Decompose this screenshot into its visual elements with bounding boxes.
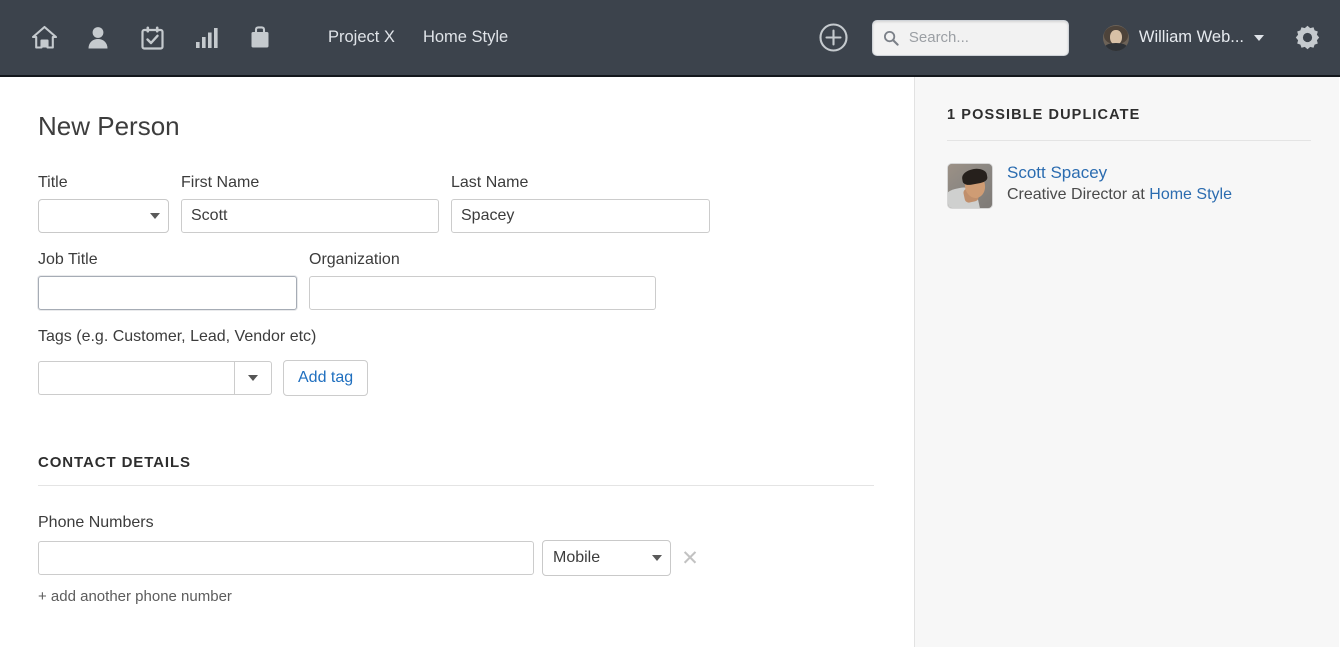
- add-another-phone-link[interactable]: + add another phone number: [38, 588, 232, 605]
- last-name-input[interactable]: [451, 199, 710, 233]
- search-box[interactable]: [871, 19, 1069, 56]
- sidebar-divider: [947, 140, 1311, 141]
- duplicate-role-text: Creative Director at: [1007, 186, 1150, 203]
- title-label: Title: [38, 174, 68, 191]
- job-title-input[interactable]: [38, 276, 297, 310]
- phone-number-row: Mobile ✕: [38, 540, 874, 576]
- organization-label: Organization: [309, 251, 400, 268]
- title-field-group: Title: [38, 174, 169, 233]
- page-body: New Person Title First Name Last Name J: [0, 77, 1340, 647]
- title-select[interactable]: [38, 199, 169, 233]
- contact-photo: [947, 163, 993, 209]
- page-title: New Person: [38, 111, 180, 141]
- tag-input[interactable]: [38, 361, 234, 395]
- duplicates-sidebar: 1 POSSIBLE DUPLICATE Scott Spacey Creati…: [915, 77, 1339, 647]
- gear-icon[interactable]: [1292, 23, 1322, 53]
- briefcase-icon[interactable]: [246, 24, 274, 52]
- avatar: [1102, 24, 1129, 51]
- duplicate-details: Scott Spacey Creative Director at Home S…: [1007, 163, 1232, 204]
- plus-circle-icon[interactable]: [818, 22, 850, 54]
- job-title-label: Job Title: [38, 251, 98, 268]
- person-icon[interactable]: [84, 24, 112, 52]
- nav-link-project-x[interactable]: Project X: [328, 28, 395, 47]
- section-divider: [38, 485, 874, 486]
- job-org-field-row: Job Title Organization: [38, 251, 874, 310]
- primary-nav-icons: [30, 24, 274, 52]
- chevron-down-icon: [248, 375, 258, 381]
- contact-details-heading: CONTACT DETAILS: [38, 454, 191, 471]
- home-icon[interactable]: [30, 24, 58, 52]
- chevron-down-icon: [150, 213, 160, 219]
- search-input[interactable]: [906, 28, 1058, 47]
- first-name-input[interactable]: [181, 199, 439, 233]
- duplicate-list-item[interactable]: Scott Spacey Creative Director at Home S…: [947, 163, 1311, 209]
- first-name-label: First Name: [181, 174, 260, 191]
- duplicate-role: Creative Director at Home Style: [1007, 186, 1232, 204]
- user-name-label: William Web...: [1138, 28, 1244, 46]
- top-navigation-bar: Project X Home Style William Web...: [0, 0, 1340, 77]
- new-person-form: New Person Title First Name Last Name J: [0, 77, 915, 647]
- job-title-field-group: Job Title: [38, 251, 297, 310]
- organization-field-group: Organization: [309, 251, 656, 310]
- bar-chart-icon[interactable]: [192, 24, 220, 52]
- tags-row: Add tag: [38, 360, 874, 396]
- topbar-right-cluster: William Web...: [818, 19, 1322, 56]
- phone-type-value: Mobile: [553, 549, 601, 566]
- tag-dropdown-button[interactable]: [234, 361, 272, 395]
- first-name-field-group: First Name: [181, 174, 439, 233]
- search-icon: [883, 30, 899, 46]
- tag-combobox: [38, 361, 272, 395]
- name-field-row: Title First Name Last Name: [38, 174, 874, 233]
- chevron-down-icon: [1254, 34, 1264, 41]
- phone-number-input[interactable]: [38, 541, 534, 575]
- nav-link-home-style[interactable]: Home Style: [423, 28, 508, 47]
- calendar-check-icon[interactable]: [138, 24, 166, 52]
- close-icon[interactable]: ✕: [679, 547, 701, 569]
- organization-input[interactable]: [309, 276, 656, 310]
- phone-numbers-label: Phone Numbers: [38, 514, 154, 531]
- user-menu[interactable]: William Web...: [1102, 24, 1264, 51]
- phone-type-select[interactable]: Mobile: [542, 540, 671, 576]
- duplicate-person-link[interactable]: Scott Spacey: [1007, 163, 1232, 183]
- duplicate-organization-link[interactable]: Home Style: [1149, 186, 1232, 203]
- add-tag-button[interactable]: Add tag: [283, 360, 369, 396]
- chevron-down-icon: [652, 555, 662, 561]
- possible-duplicate-heading: 1 POSSIBLE DUPLICATE: [947, 107, 1141, 123]
- workspace-links: Project X Home Style: [328, 28, 508, 47]
- tags-label: Tags (e.g. Customer, Lead, Vendor etc): [38, 328, 317, 345]
- last-name-field-group: Last Name: [451, 174, 710, 233]
- last-name-label: Last Name: [451, 174, 529, 191]
